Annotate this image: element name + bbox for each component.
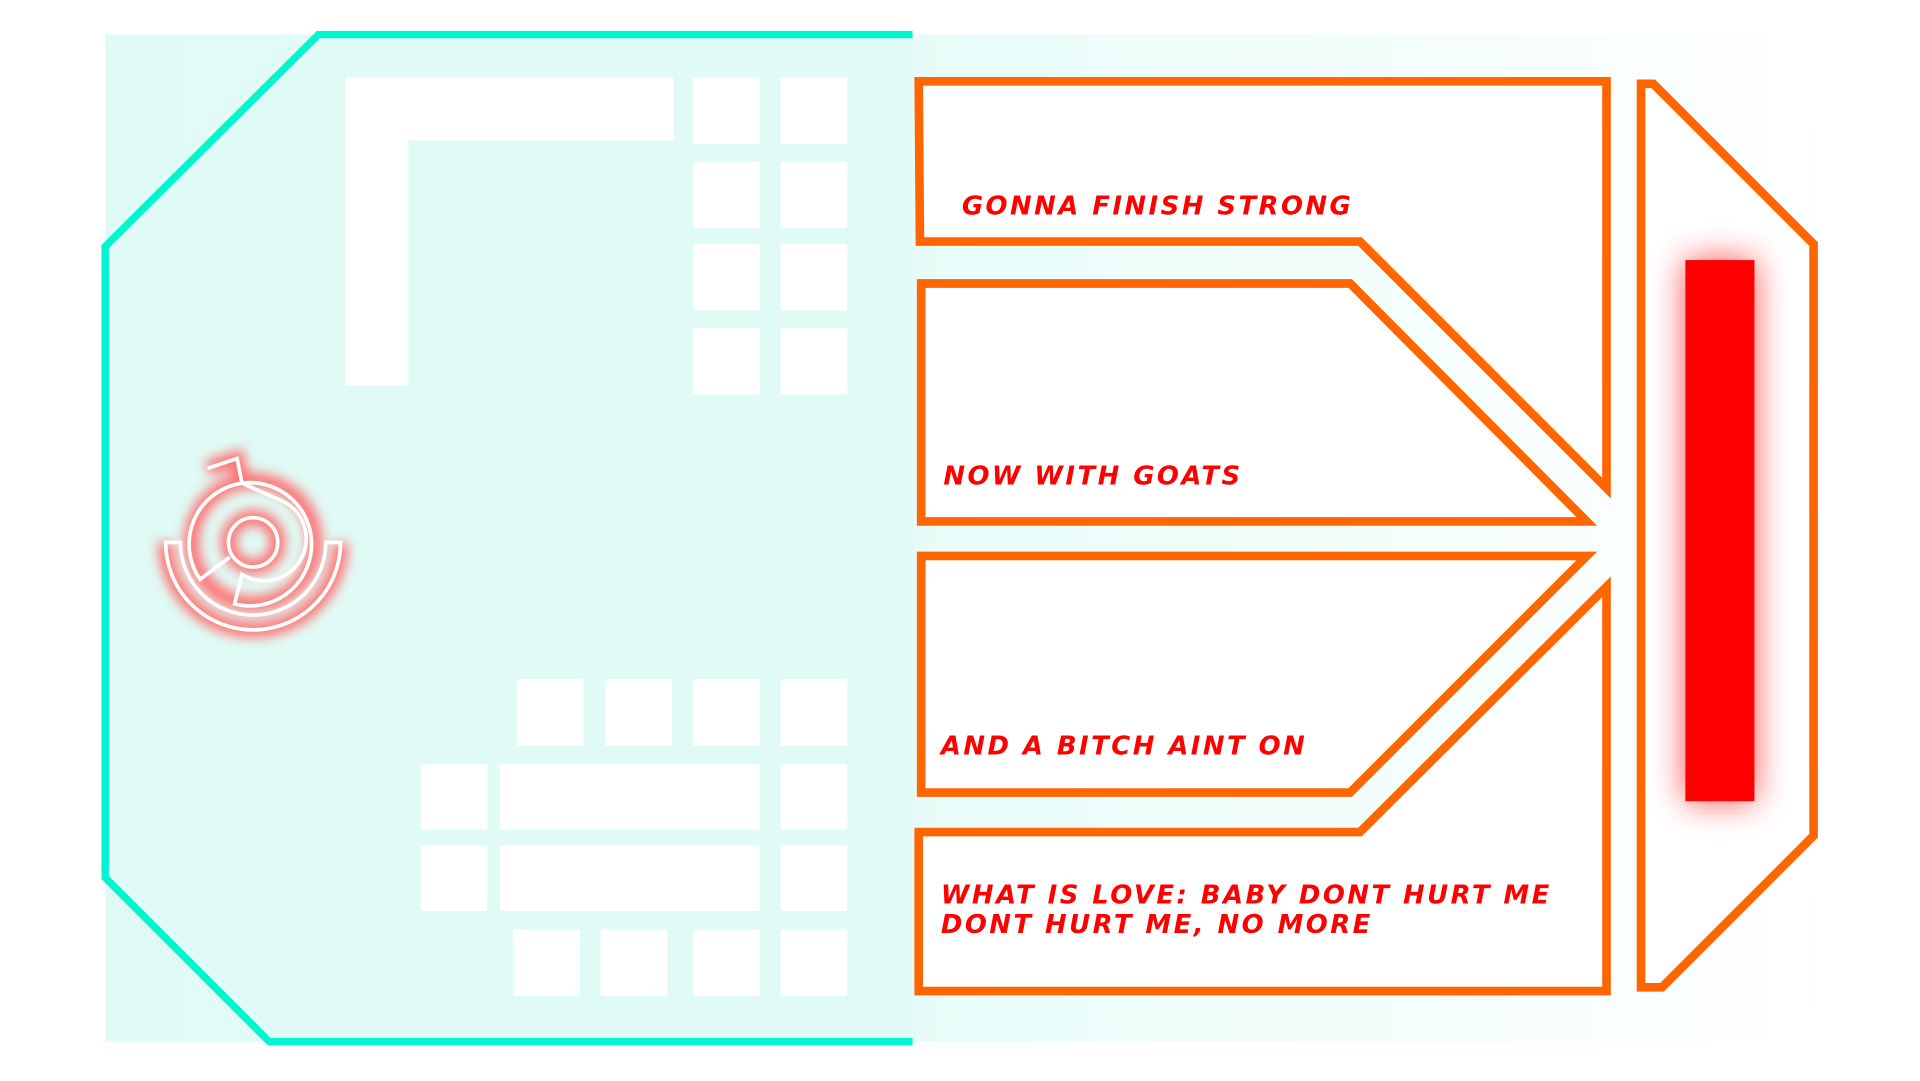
- grid-block: [780, 929, 848, 996]
- red-bar: [1685, 260, 1755, 802]
- grid-block: [605, 679, 673, 746]
- grid-block: [600, 929, 668, 996]
- panel-1-label: GONNA FINISH STRONG: [962, 191, 1353, 221]
- grid-block: [516, 679, 584, 746]
- panel-3-label: AND A BITCH AINT ON: [939, 731, 1307, 761]
- grid-block: [780, 244, 848, 311]
- grid-block: [780, 764, 848, 830]
- panel-4-label-line1: WHAT IS LOVE: BABY DONT HURT ME: [941, 881, 1552, 911]
- grid-block: [693, 327, 760, 395]
- grid-block: [693, 929, 760, 996]
- grid-block: [420, 845, 488, 911]
- grid-block: [780, 679, 848, 746]
- grid-block: [513, 929, 580, 996]
- grid-block: [693, 679, 760, 746]
- panel-2-label: NOW WITH GOATS: [943, 461, 1242, 491]
- grid-block: [780, 845, 848, 911]
- grid-block: [693, 77, 760, 145]
- grid-block: [780, 161, 848, 229]
- grid-block: [693, 244, 760, 311]
- grid-block: [693, 161, 760, 229]
- grid-block: [780, 77, 848, 145]
- grid-block-wide: [499, 845, 760, 911]
- panel-4-label-line2: DONT HURT ME, NO MORE: [941, 910, 1373, 940]
- hud-canvas: GONNA FINISH STRONG NOW WITH GOATS AND A…: [101, 30, 1831, 1046]
- grid-block: [420, 764, 488, 830]
- grid-block: [780, 327, 848, 395]
- grid-block-wide: [499, 764, 760, 830]
